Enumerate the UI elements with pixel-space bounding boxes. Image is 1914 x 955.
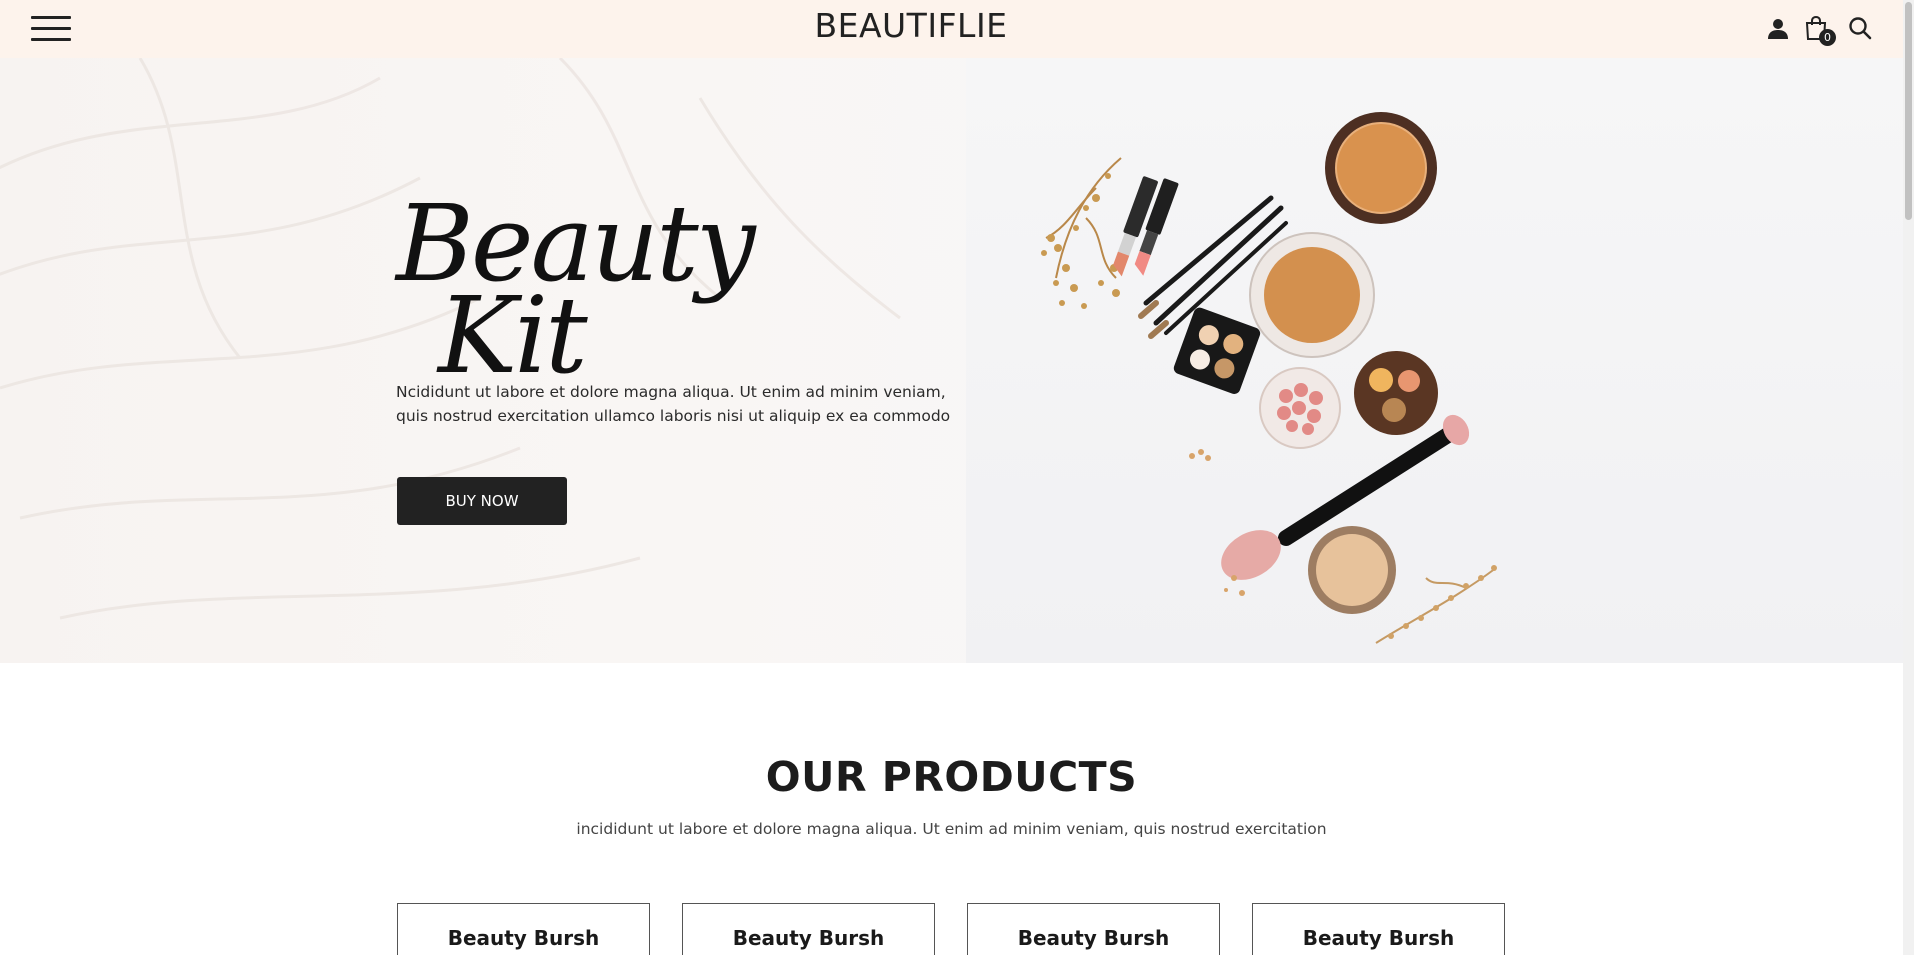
hero-title: Beauty Kit — [396, 191, 756, 389]
hero-description: Ncididunt ut labore et dolore magna aliq… — [396, 380, 956, 428]
shopping-bag-icon[interactable]: 0 — [1802, 14, 1836, 46]
product-card[interactable]: Beauty Bursh — [397, 903, 650, 955]
vertical-scrollbar[interactable] — [1903, 0, 1914, 955]
product-card[interactable]: Beauty Bursh — [967, 903, 1220, 955]
brand-logo[interactable]: BEAUTIFLIE — [0, 6, 1822, 45]
product-name: Beauty Bursh — [1302, 926, 1455, 950]
product-card[interactable]: Beauty Bursh — [682, 903, 935, 955]
top-header: BEAUTIFLIE 0 — [0, 0, 1903, 58]
makeup-products-image — [1041, 112, 1497, 644]
hero-description-line2: quis nostrud exercitation ullamco labori… — [396, 407, 951, 425]
hero-description-line1: Ncididunt ut labore et dolore magna aliq… — [396, 383, 946, 401]
products-subheading: incididunt ut labore et dolore magna ali… — [576, 820, 1327, 838]
search-icon[interactable] — [1846, 14, 1874, 42]
cart-count-badge: 0 — [1819, 29, 1836, 46]
scrollbar-thumb[interactable] — [1905, 2, 1912, 220]
product-card[interactable]: Beauty Bursh — [1252, 903, 1505, 955]
products-heading: OUR PRODUCTS — [765, 753, 1138, 801]
product-name: Beauty Bursh — [447, 926, 600, 950]
product-name: Beauty Bursh — [732, 926, 885, 950]
product-name: Beauty Bursh — [1017, 926, 1170, 950]
buy-now-button[interactable]: BUY NOW — [397, 477, 567, 525]
user-icon[interactable] — [1764, 14, 1792, 42]
hero-banner: Beauty Kit Ncididunt ut labore et dolore … — [0, 58, 1903, 663]
page: BEAUTIFLIE 0 Beauty Kit Ncididunt ut lab… — [0, 0, 1903, 955]
